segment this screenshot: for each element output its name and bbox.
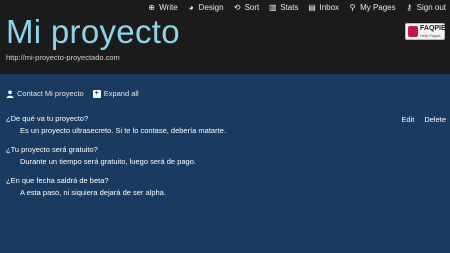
logo-brand: FAQPIE xyxy=(420,25,446,32)
faq-question[interactable]: ¿De qué va tu proyecto? xyxy=(6,114,446,124)
nav-design-label: Design xyxy=(198,2,224,12)
nav-sign-out[interactable]: ⚷ Sign out xyxy=(405,3,446,12)
plus-circle-icon: ⊕ xyxy=(148,2,155,12)
expand-all-button[interactable]: + Expand all xyxy=(92,89,139,98)
nav-sign-out-label: Sign out xyxy=(416,2,446,12)
logo-mark-icon xyxy=(408,26,418,37)
header-bar: ⊕ Write ◕ Design ⟲ Sort ▥ Stats ▤ Inbox … xyxy=(0,0,450,74)
plus-box-icon: + xyxy=(92,89,101,98)
faq-answer: Durante un tiempo será gratuito, luego s… xyxy=(20,157,196,166)
refresh-icon: ⟲ xyxy=(233,2,241,12)
nav-sort-label: Sort xyxy=(244,2,260,12)
nav-write[interactable]: ⊕ Write xyxy=(147,2,178,12)
faq-answer: Es un proyecto ultrasecreto. Si te lo co… xyxy=(20,126,226,135)
nav-write-label: Write xyxy=(159,2,178,12)
faq-question[interactable]: ¿Tu proyecto será gratuito? xyxy=(6,145,446,155)
faq-item[interactable]: ¿De qué va tu proyecto? Es un proyecto u… xyxy=(6,114,446,145)
page-title: Mi proyecto xyxy=(6,13,180,50)
contact-label: Contact Mi proyecto xyxy=(17,89,84,98)
faq-item[interactable]: ¿En que fecha saldrá de beta? A esta pas… xyxy=(6,176,446,207)
faq-question[interactable]: ¿En que fecha saldrá de beta? xyxy=(6,176,446,186)
nav-inbox-label: Inbox xyxy=(319,2,340,12)
faq-list: ¿De qué va tu proyecto? Es un proyecto u… xyxy=(6,114,446,207)
search-icon: ⚲ xyxy=(349,2,356,12)
faq-item[interactable]: ¿Tu proyecto será gratuito? Durante un t… xyxy=(6,145,446,176)
faq-toolbar: Contact Mi proyecto + Expand all xyxy=(6,89,148,98)
nav-inbox[interactable]: ▤ Inbox xyxy=(307,3,339,12)
lock-icon: ⚷ xyxy=(406,2,413,12)
expand-all-label: Expand all xyxy=(103,89,139,98)
nav-my-pages-label: My Pages xyxy=(360,2,396,12)
nav-sort[interactable]: ⟲ Sort xyxy=(233,3,260,12)
contact-button[interactable]: Contact Mi proyecto xyxy=(6,89,84,98)
inbox-icon: ▤ xyxy=(308,2,316,12)
faqpie-logo[interactable]: FAQPIE Help Pages xyxy=(405,23,446,40)
faq-answer: A esta paso, ni siquiera dejará de ser a… xyxy=(20,188,166,197)
nav-stats[interactable]: ▥ Stats xyxy=(268,2,299,12)
site-url[interactable]: http://mi-proyecto-proyectado.com xyxy=(6,53,120,62)
nav-stats-label: Stats xyxy=(280,2,299,12)
chart-icon: ▥ xyxy=(268,2,277,12)
top-navigation: ⊕ Write ◕ Design ⟲ Sort ▥ Stats ▤ Inbox … xyxy=(138,1,446,13)
nav-my-pages[interactable]: ⚲ My Pages xyxy=(348,3,396,12)
user-icon xyxy=(6,90,14,98)
palette-icon: ◕ xyxy=(188,2,194,12)
logo-sub: Help Pages xyxy=(420,33,441,38)
nav-design[interactable]: ◕ Design xyxy=(187,3,224,12)
